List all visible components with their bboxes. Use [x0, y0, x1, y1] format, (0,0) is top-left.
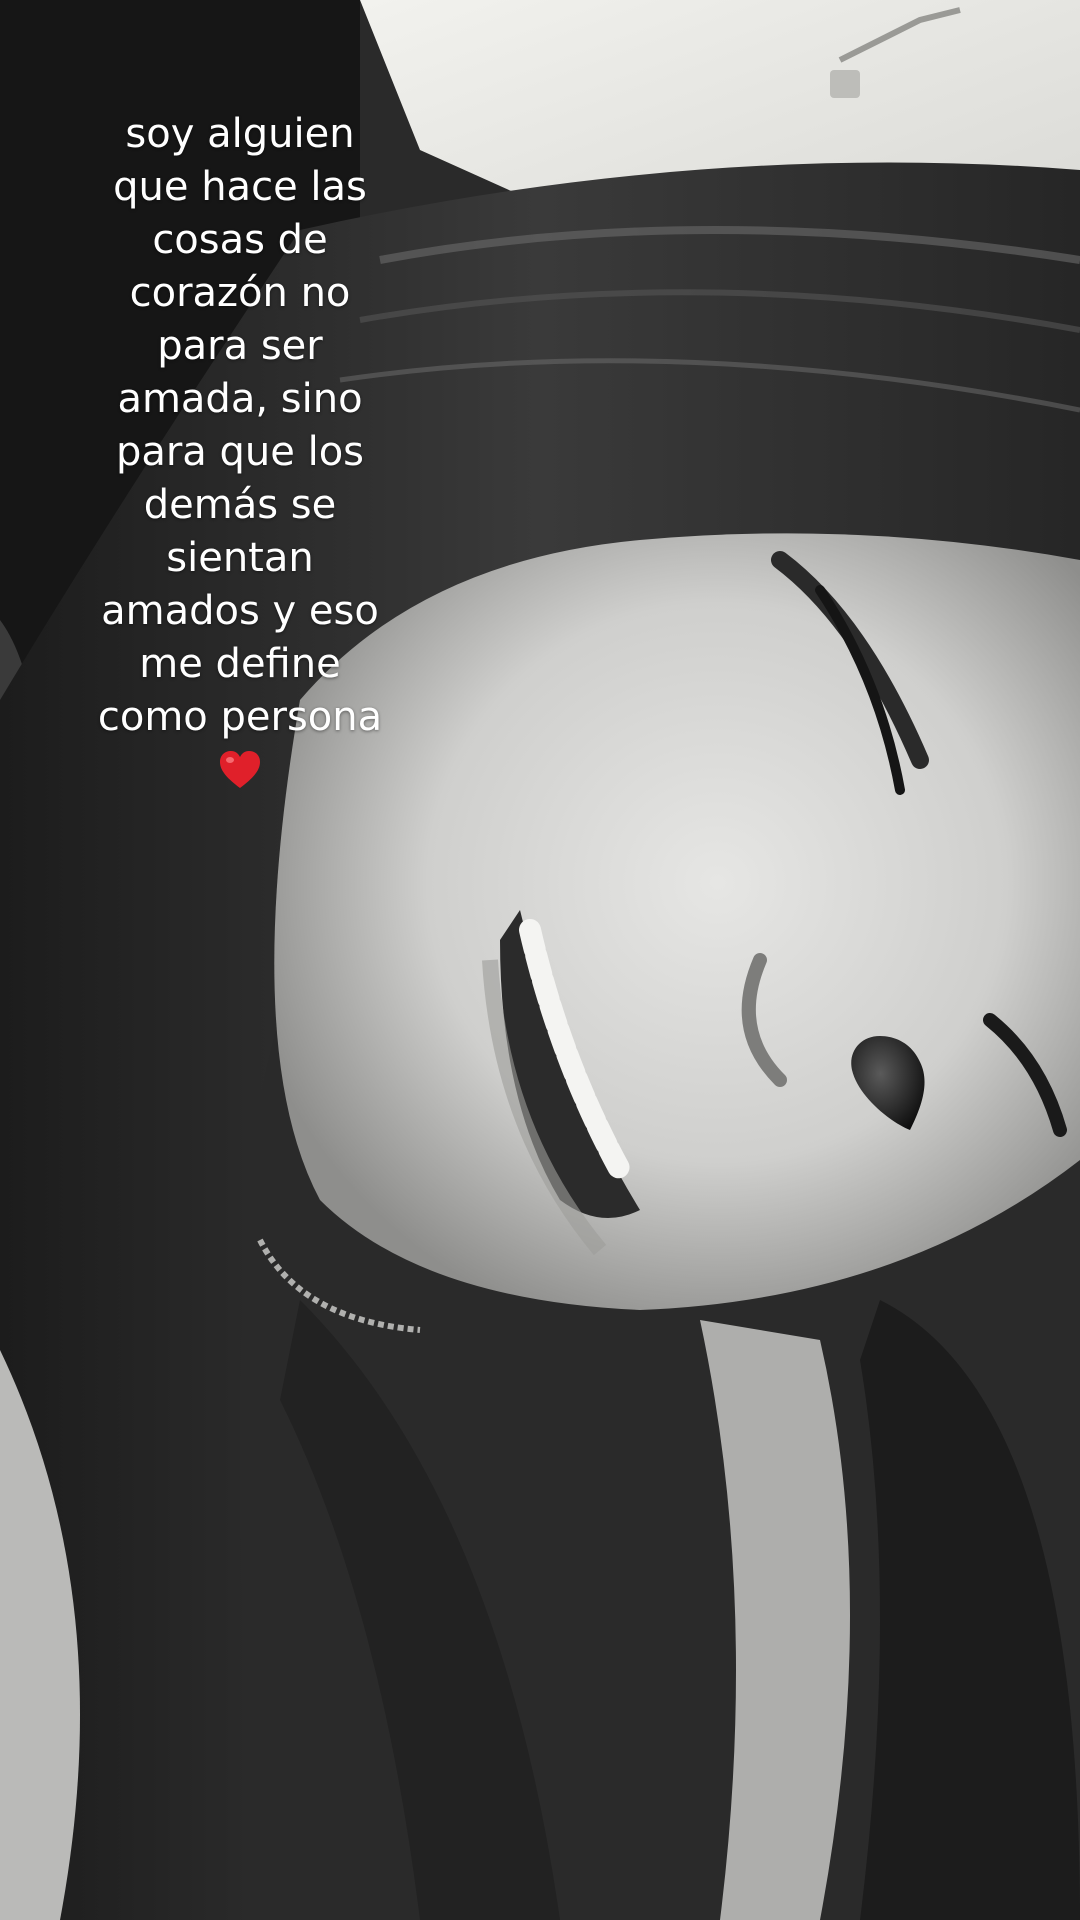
caption-line: sientan [166, 535, 314, 581]
caption-line: corazón no [129, 270, 351, 316]
story-caption: soy alguien que hace las cosas de corazó… [60, 108, 420, 792]
caption-line: para ser [157, 323, 323, 369]
caption-line: que hace las [113, 164, 367, 210]
caption-line: soy alguien [125, 111, 355, 157]
caption-line: cosas de [152, 217, 328, 263]
caption-line: amada, sino [117, 376, 363, 422]
caption-line: como persona [97, 694, 383, 740]
caption-line: para que los [115, 429, 365, 475]
caption-line: amados y eso [101, 588, 379, 634]
caption-line: demás se [143, 482, 337, 528]
photo-background: soy alguien que hace las cosas de corazó… [0, 0, 1080, 1920]
heart-icon [218, 748, 262, 792]
caption-line: me define [139, 641, 341, 687]
